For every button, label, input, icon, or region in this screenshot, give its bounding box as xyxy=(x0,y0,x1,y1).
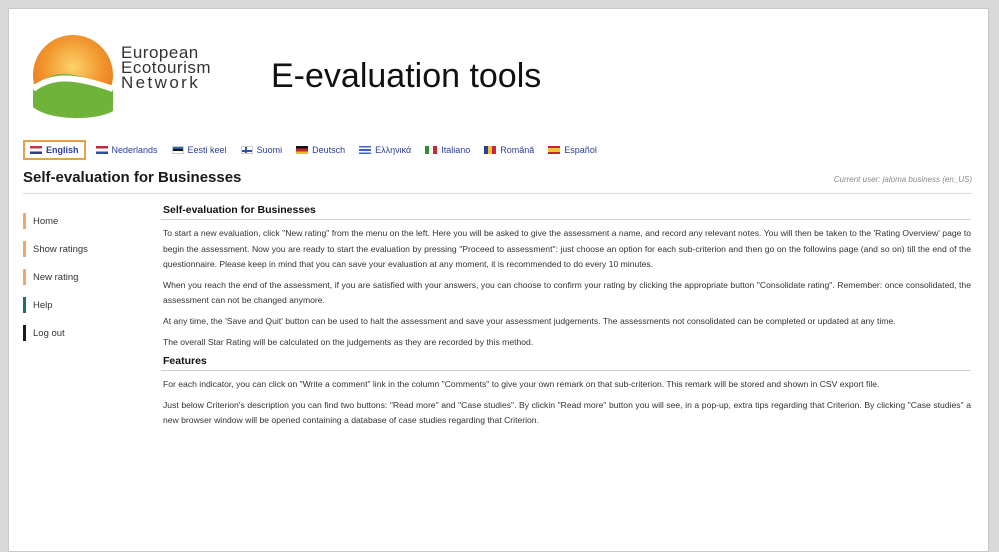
content-paragraph: When you reach the end of the assessment… xyxy=(163,279,971,306)
header-divider xyxy=(23,193,972,194)
lang-eesti[interactable]: Eesti keel xyxy=(171,145,227,155)
lang-label: Italiano xyxy=(441,145,471,155)
lang-greek[interactable]: Ελληνικά xyxy=(359,145,411,155)
language-bar: English Nederlands Eesti keel Suomi Deut… xyxy=(23,139,611,161)
page-frame: European Ecotourism Network E-evaluation… xyxy=(8,8,989,552)
nav-marker xyxy=(23,325,26,341)
nav-marker xyxy=(23,269,26,285)
greece-flag-icon xyxy=(359,146,372,154)
germany-flag-icon xyxy=(296,146,309,154)
features-paragraph: For each indicator, you can click on "Wr… xyxy=(163,379,880,390)
page-title: Self-evaluation for Businesses xyxy=(23,169,242,186)
sidebar-item-log-out[interactable]: Log out xyxy=(23,324,143,342)
lang-label: Eesti keel xyxy=(187,145,227,155)
lang-espanol[interactable]: Español xyxy=(548,145,597,155)
content-paragraph: At any time, the 'Save and Quit' button … xyxy=(163,315,896,326)
content-heading: Self-evaluation for Businesses xyxy=(161,204,971,220)
sidebar-item-label: Show ratings xyxy=(33,243,88,255)
lang-label: Deutsch xyxy=(312,145,346,155)
sidebar-item-show-ratings[interactable]: Show ratings xyxy=(23,240,143,258)
italy-flag-icon xyxy=(425,146,438,154)
brand-line-3: Network xyxy=(121,73,201,92)
finland-flag-icon xyxy=(240,146,253,154)
sidebar-item-new-rating[interactable]: New rating xyxy=(23,268,143,286)
sidebar-item-home[interactable]: Home xyxy=(23,212,143,230)
sidebar-item-help[interactable]: Help xyxy=(23,296,143,314)
lang-label: Nederlands xyxy=(111,145,158,155)
main-content: Self-evaluation for Businesses To start … xyxy=(161,204,971,434)
lang-nederlands[interactable]: Nederlands xyxy=(95,145,158,155)
netherlands-flag-icon xyxy=(95,146,108,154)
lang-label: Română xyxy=(500,145,535,155)
sidebar-item-label: Help xyxy=(33,299,53,311)
spain-flag-icon xyxy=(548,146,561,154)
brand-name: European Ecotourism Network xyxy=(121,44,211,92)
estonia-flag-icon xyxy=(171,146,184,154)
lang-suomi[interactable]: Suomi xyxy=(240,145,283,155)
sidebar-item-label: New rating xyxy=(33,271,79,283)
features-heading: Features xyxy=(161,355,971,372)
nav-marker xyxy=(23,213,26,229)
romania-flag-icon xyxy=(484,146,497,154)
features-paragraph: Just below Criterion's description you c… xyxy=(163,399,971,426)
sidebar-nav: Home Show ratings New rating Help Log ou… xyxy=(23,212,143,352)
sidebar-item-label: Log out xyxy=(33,327,65,339)
lang-label: Suomi xyxy=(256,145,283,155)
ecotourism-logo xyxy=(31,35,115,119)
content-paragraph: To start a new evaluation, click "New ra… xyxy=(163,228,971,270)
site-title: E-evaluation tools xyxy=(271,57,542,95)
lang-italiano[interactable]: Italiano xyxy=(425,145,470,155)
nav-marker xyxy=(23,241,26,257)
sidebar-item-label: Home xyxy=(33,215,59,227)
lang-label: English xyxy=(46,145,79,155)
nav-marker xyxy=(23,297,26,313)
current-user-text: Current user: jaloma business (en_US) xyxy=(833,175,972,184)
lang-deutsch[interactable]: Deutsch xyxy=(296,145,345,155)
uk-flag-icon xyxy=(30,146,42,154)
content-paragraph: The overall Star Rating will be calculat… xyxy=(163,336,534,347)
lang-label: Español xyxy=(564,145,597,155)
lang-english[interactable]: English xyxy=(23,140,86,160)
lang-label: Ελληνικά xyxy=(375,145,412,155)
lang-romana[interactable]: Română xyxy=(484,145,534,155)
